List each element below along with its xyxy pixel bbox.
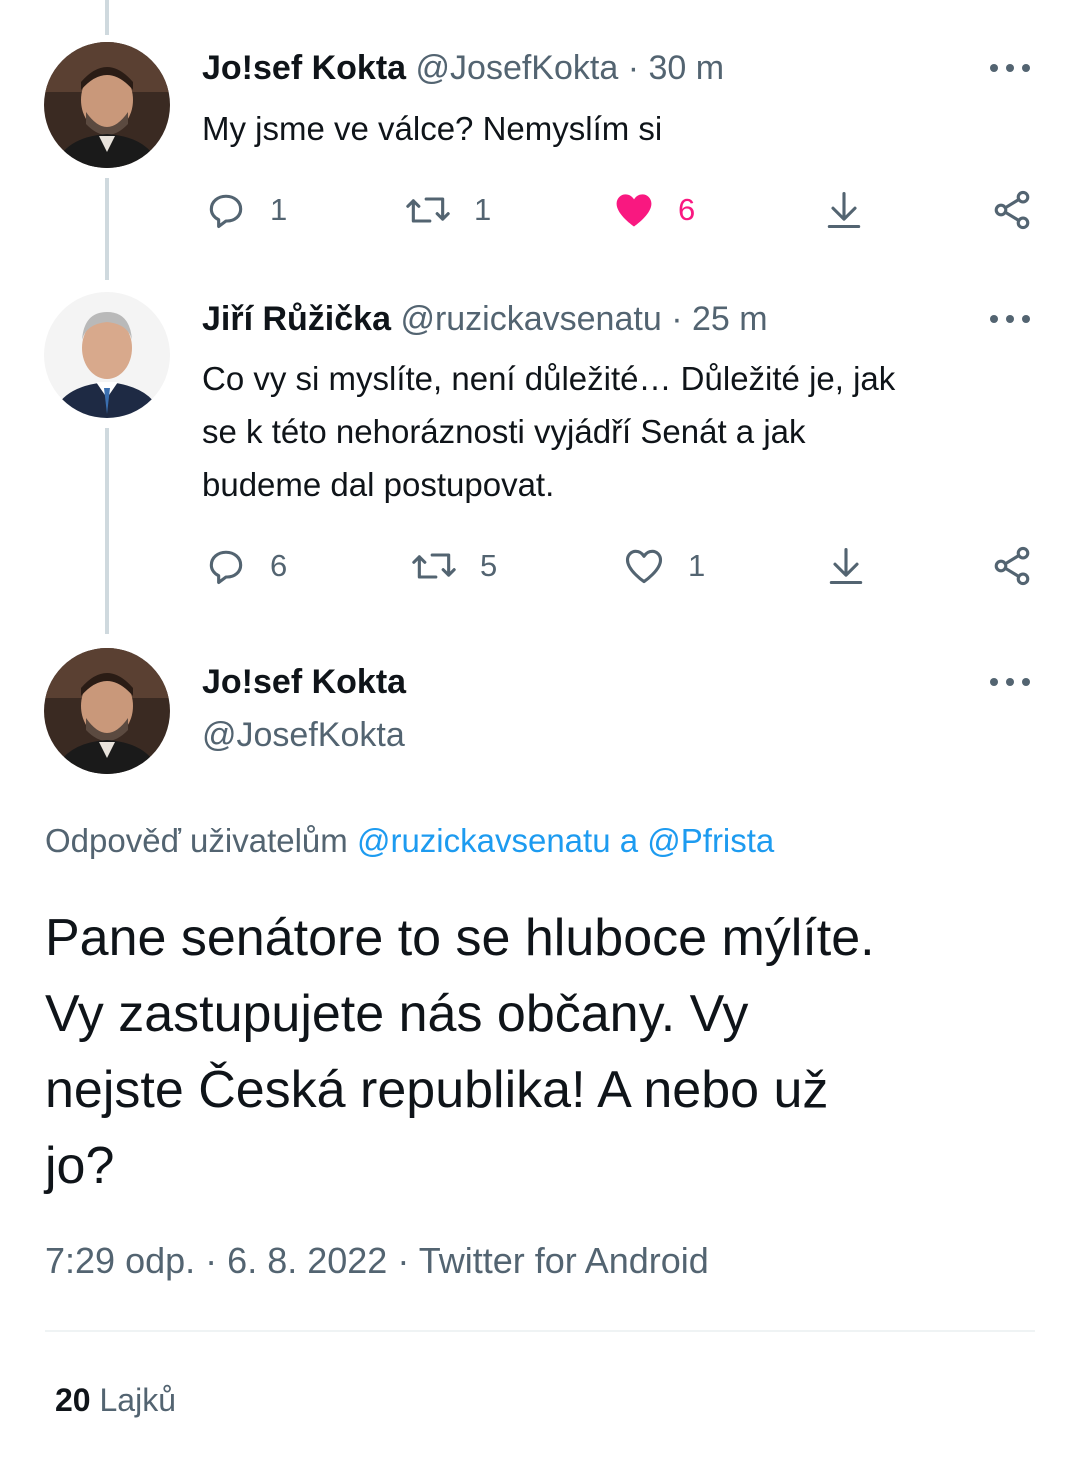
more-icon[interactable] [990,62,1030,74]
reply-button[interactable]: 6 [204,544,287,588]
retweet-icon [406,197,450,223]
reply-mention-link[interactable]: @Pfrista [647,822,774,859]
avatar-image [44,648,170,774]
download-button[interactable] [824,544,868,593]
reply-count: 1 [270,192,288,227]
main-text-line: jo? [45,1137,115,1195]
share-button[interactable] [990,188,1034,237]
retweet-count: 1 [474,192,492,227]
thread-line-2 [105,428,109,634]
download-button[interactable] [822,188,866,237]
main-text-line: nejste Česká republika! A nebo už [45,1061,829,1119]
divider [45,1330,1035,1332]
main-text-line: Pane senátore to se hluboce mýlíte. [45,909,875,967]
author-handle[interactable]: @JosefKokta [416,49,619,87]
tweet-text: My jsme ve válce? Nemyslím si [202,110,663,147]
separator: · [671,300,683,338]
likes-label: Lajků [99,1382,176,1418]
reply-conjunction: a [619,822,639,859]
reply-icon [209,550,243,585]
author-name[interactable]: Jiří Růžička [202,300,391,338]
share-icon [994,190,1030,230]
reply-prefix: Odpověď uživatelům [45,822,348,859]
thread-line-top [105,0,109,35]
avatar[interactable] [44,648,170,774]
tweet-meta: 7:29 odp. · 6. 8. 2022 · Twitter for And… [45,1240,709,1282]
retweet-button[interactable]: 1 [404,188,491,232]
author-name[interactable]: Jo!sef Kokta [202,49,406,87]
main-author-handle-row: @JosefKokta [202,715,405,755]
reply-button[interactable]: 1 [204,188,287,232]
likes-stat[interactable]: 20 Lajků [55,1382,176,1419]
separator: · [627,49,640,87]
tweet-header: Jiří Růžička @ruzickavsenatu · 25 m [202,299,768,339]
thread-line-1 [105,178,109,280]
share-icon [994,546,1030,586]
tweet-header: Jo!sef Kokta @JosefKokta · 30 m [202,48,724,88]
more-icon[interactable] [990,676,1030,688]
separator: · [397,1240,410,1281]
tweet-text-line: Co vy si myslíte, není důležité… Důležit… [202,360,896,397]
tweet-timestamp[interactable]: 7:29 odp. [45,1240,195,1281]
tweet-text-line: budeme dal postupovat. [202,466,555,503]
tweet-date[interactable]: 6. 8. 2022 [227,1240,387,1281]
author-name[interactable]: Jo!sef Kokta [202,663,406,701]
retweet-count: 5 [480,548,498,583]
replying-to: Odpověď uživatelům @ruzickavsenatu a @Pf… [45,822,774,860]
main-tweet-text: Pane senátore to se hluboce mýlíte. Vy z… [45,900,1045,1204]
like-count: 6 [678,192,696,227]
reply-icon [209,194,243,229]
download-icon [829,547,863,585]
retweet-icon [412,553,456,579]
tweet-time[interactable]: 30 m [648,49,724,87]
main-text-line: Vy zastupujete nás občany. Vy [45,985,749,1043]
heart-icon [616,194,652,227]
retweet-button[interactable]: 5 [410,544,497,588]
avatar[interactable] [44,42,170,168]
share-button[interactable] [990,544,1034,593]
tweet-source[interactable]: Twitter for Android [419,1240,709,1281]
author-handle[interactable]: @JosefKokta [202,716,405,754]
avatar[interactable] [44,292,170,418]
avatar-image [44,42,170,168]
reply-mention-link[interactable]: @ruzickavsenatu [357,822,611,859]
tweet-text: Co vy si myslíte, není důležité… Důležit… [202,352,1042,511]
like-count: 1 [688,548,706,583]
separator: · [205,1240,218,1281]
heart-icon [625,549,663,584]
like-button[interactable]: 6 [612,188,695,232]
main-author-name-row: Jo!sef Kokta [202,662,406,702]
reply-count: 6 [270,548,288,583]
tweet-time[interactable]: 25 m [692,300,768,338]
author-handle[interactable]: @ruzickavsenatu [400,300,661,338]
likes-count: 20 [55,1382,91,1418]
avatar-image [44,292,170,418]
tweet-text-line: se k této nehoráznosti vyjádří Senát a j… [202,413,806,450]
like-button[interactable]: 1 [622,544,705,588]
download-icon [827,191,861,229]
more-icon[interactable] [990,313,1030,325]
